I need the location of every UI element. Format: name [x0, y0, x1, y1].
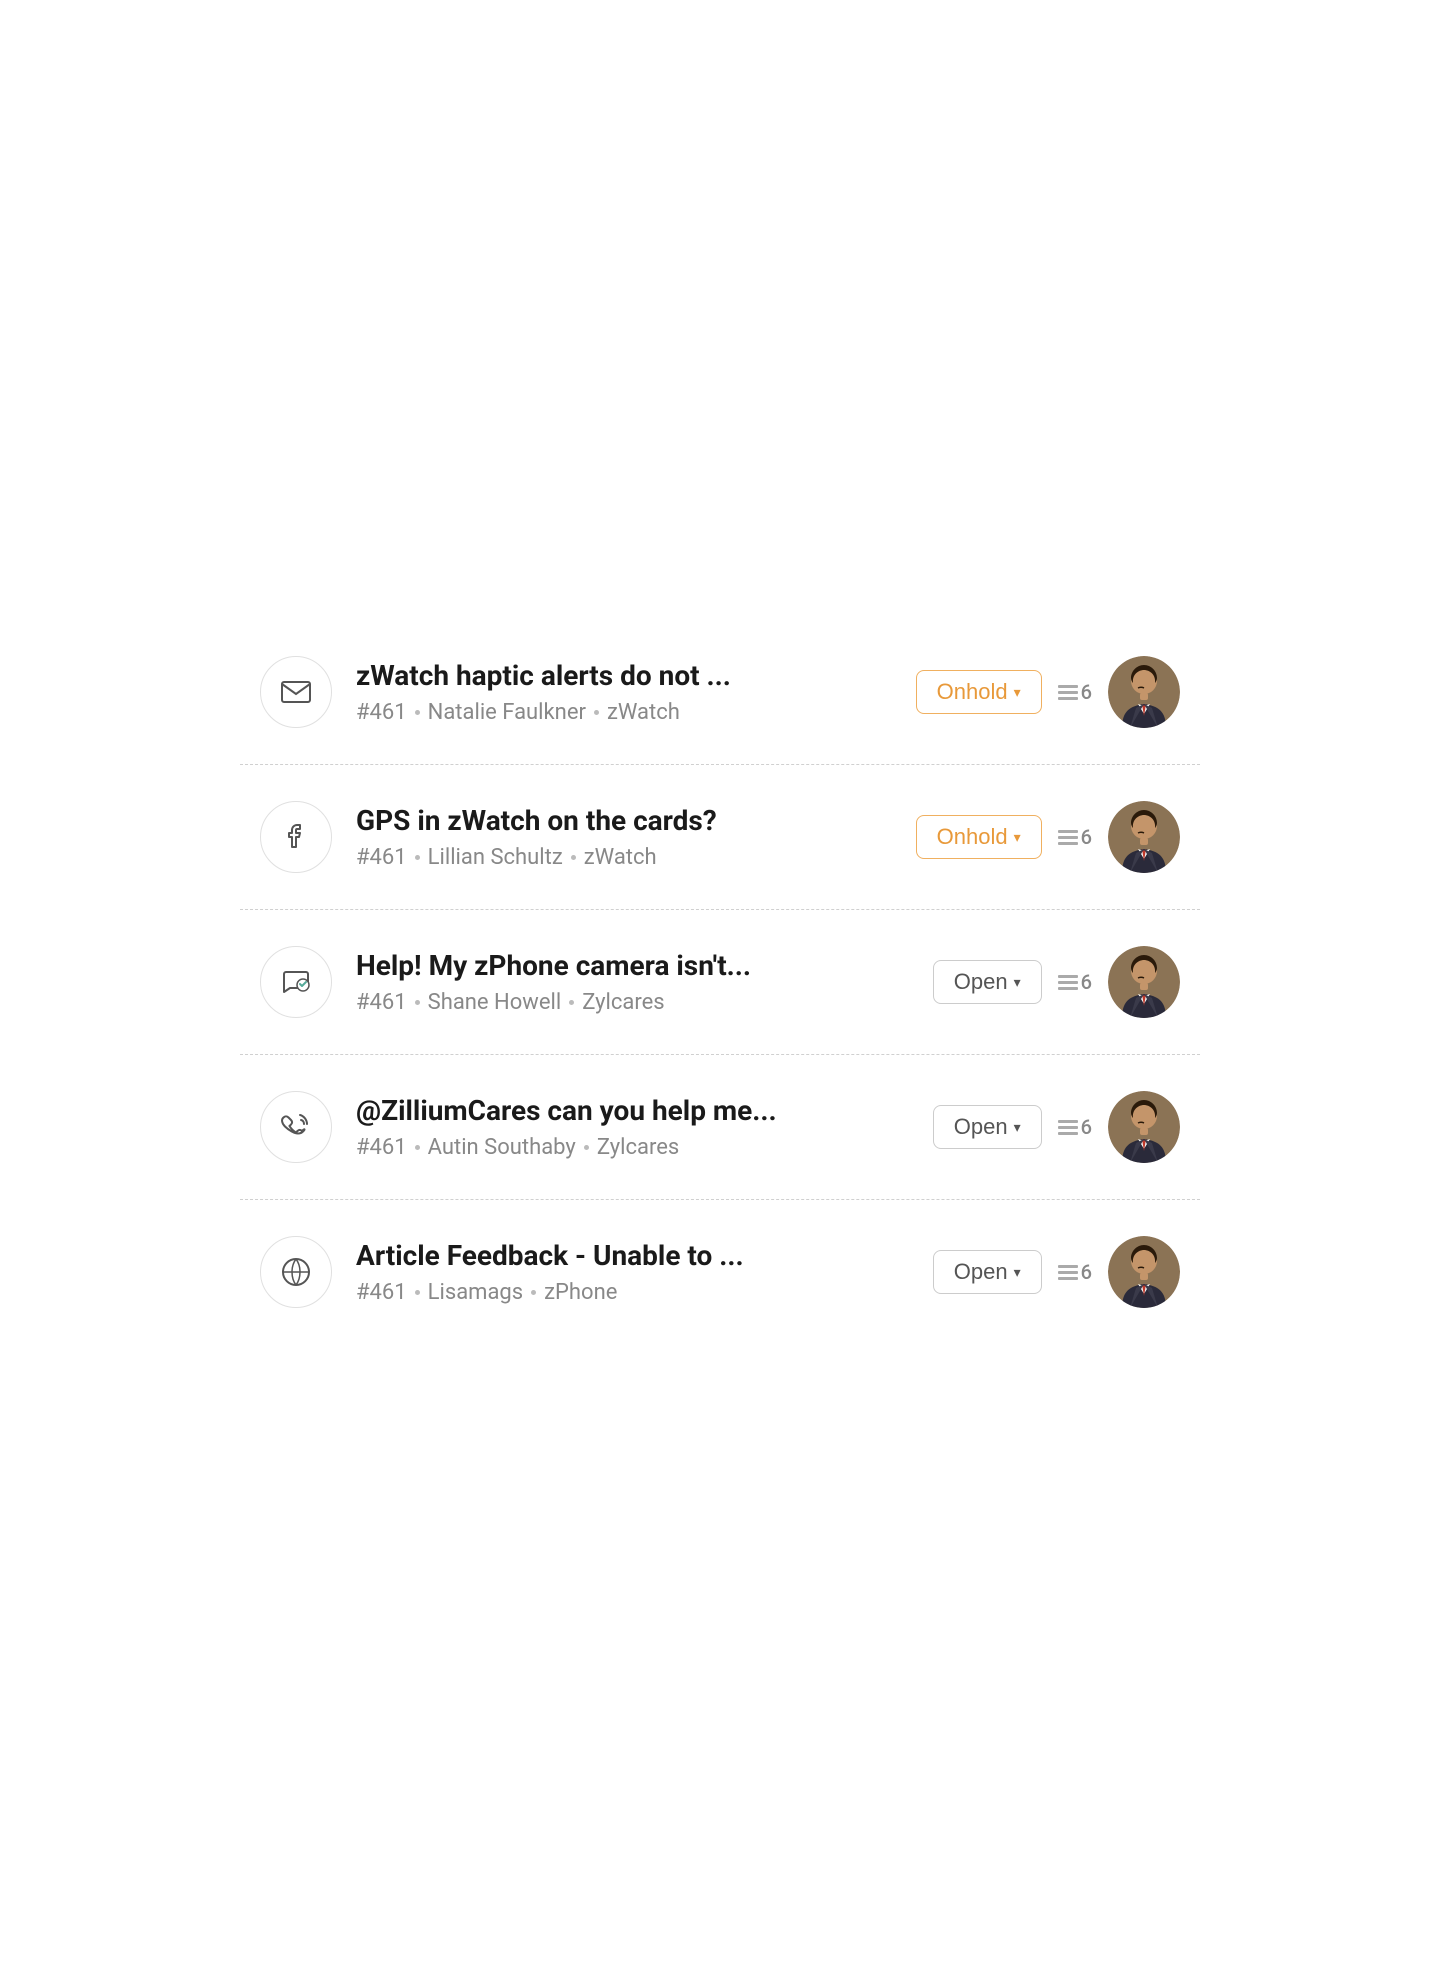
ticket-meta: #461 Shane Howell Zylcares — [356, 990, 909, 1015]
priority-indicator: 6 — [1058, 825, 1092, 849]
ticket-item[interactable]: zWatch haptic alerts do not ... #461 Nat… — [240, 620, 1200, 765]
ticket-content: GPS in zWatch on the cards? #461 Lillian… — [356, 804, 892, 871]
ticket-product: zWatch — [584, 845, 657, 870]
ticket-actions: Open ▾ 6 — [933, 946, 1180, 1018]
lines-icon — [1058, 975, 1078, 990]
ticket-title: @ZilliumCares can you help me... — [356, 1094, 909, 1128]
agent-avatar — [1108, 801, 1180, 873]
separator-dot — [415, 1290, 420, 1295]
ticket-actions: Open ▾ 6 — [933, 1091, 1180, 1163]
ticket-actions: Onhold ▾ 6 — [916, 801, 1180, 873]
dropdown-arrow-icon: ▾ — [1014, 1264, 1021, 1281]
status-label: Open — [954, 1114, 1008, 1140]
status-dropdown[interactable]: Open ▾ — [933, 960, 1042, 1004]
status-dropdown[interactable]: Onhold ▾ — [916, 670, 1042, 714]
ticket-item[interactable]: @ZilliumCares can you help me... #461 Au… — [240, 1055, 1200, 1200]
status-dropdown[interactable]: Onhold ▾ — [916, 815, 1042, 859]
phone-channel-icon — [260, 1091, 332, 1163]
separator-dot — [571, 855, 576, 860]
web-channel-icon — [260, 1236, 332, 1308]
ticket-meta: #461 Autin Southaby Zylcares — [356, 1135, 909, 1160]
ticket-number: #461 — [356, 845, 407, 870]
ticket-product: Zylcares — [582, 990, 664, 1015]
lines-icon — [1058, 1265, 1078, 1280]
ticket-list: zWatch haptic alerts do not ... #461 Nat… — [240, 620, 1200, 1344]
ticket-actions: Open ▾ 6 — [933, 1236, 1180, 1308]
priority-count: 6 — [1081, 825, 1092, 849]
email-channel-icon — [260, 656, 332, 728]
ticket-product: zPhone — [544, 1280, 617, 1305]
ticket-content: zWatch haptic alerts do not ... #461 Nat… — [356, 659, 892, 726]
ticket-contact: Lisamags — [428, 1280, 524, 1305]
ticket-meta: #461 Lisamags zPhone — [356, 1280, 909, 1305]
ticket-title: Help! My zPhone camera isn't... — [356, 949, 909, 983]
ticket-number: #461 — [356, 700, 407, 725]
ticket-contact: Natalie Faulkner — [428, 700, 586, 725]
dropdown-arrow-icon: ▾ — [1014, 829, 1021, 846]
separator-dot — [415, 855, 420, 860]
separator-dot — [415, 1000, 420, 1005]
status-label: Onhold — [937, 679, 1008, 705]
ticket-content: Help! My zPhone camera isn't... #461 Sha… — [356, 949, 909, 1016]
ticket-item[interactable]: Help! My zPhone camera isn't... #461 Sha… — [240, 910, 1200, 1055]
priority-count: 6 — [1081, 970, 1092, 994]
status-dropdown[interactable]: Open ▾ — [933, 1250, 1042, 1294]
separator-dot — [531, 1290, 536, 1295]
ticket-number: #461 — [356, 1135, 407, 1160]
separator-dot — [584, 1145, 589, 1150]
facebook-channel-icon — [260, 801, 332, 873]
ticket-title: zWatch haptic alerts do not ... — [356, 659, 892, 693]
lines-icon — [1058, 685, 1078, 700]
dropdown-arrow-icon: ▾ — [1014, 1119, 1021, 1136]
separator-dot — [415, 710, 420, 715]
status-label: Open — [954, 1259, 1008, 1285]
status-label: Open — [954, 969, 1008, 995]
status-label: Onhold — [937, 824, 1008, 850]
ticket-actions: Onhold ▾ 6 — [916, 656, 1180, 728]
ticket-meta: #461 Natalie Faulkner zWatch — [356, 700, 892, 725]
ticket-meta: #461 Lillian Schultz zWatch — [356, 845, 892, 870]
ticket-product: zWatch — [607, 700, 680, 725]
agent-avatar — [1108, 1236, 1180, 1308]
priority-indicator: 6 — [1058, 1260, 1092, 1284]
agent-avatar — [1108, 946, 1180, 1018]
separator-dot — [569, 1000, 574, 1005]
ticket-contact: Lillian Schultz — [428, 845, 563, 870]
separator-dot — [415, 1145, 420, 1150]
ticket-content: Article Feedback - Unable to ... #461 Li… — [356, 1239, 909, 1306]
ticket-title: GPS in zWatch on the cards? — [356, 804, 892, 838]
dropdown-arrow-icon: ▾ — [1014, 974, 1021, 991]
agent-avatar — [1108, 1091, 1180, 1163]
priority-indicator: 6 — [1058, 680, 1092, 704]
status-dropdown[interactable]: Open ▾ — [933, 1105, 1042, 1149]
ticket-item[interactable]: GPS in zWatch on the cards? #461 Lillian… — [240, 765, 1200, 910]
ticket-contact: Autin Southaby — [428, 1135, 576, 1160]
separator-dot — [594, 710, 599, 715]
chat-channel-icon — [260, 946, 332, 1018]
ticket-content: @ZilliumCares can you help me... #461 Au… — [356, 1094, 909, 1161]
priority-count: 6 — [1081, 680, 1092, 704]
dropdown-arrow-icon: ▾ — [1014, 684, 1021, 701]
ticket-item[interactable]: Article Feedback - Unable to ... #461 Li… — [240, 1200, 1200, 1344]
priority-indicator: 6 — [1058, 970, 1092, 994]
ticket-title: Article Feedback - Unable to ... — [356, 1239, 909, 1273]
lines-icon — [1058, 1120, 1078, 1135]
priority-count: 6 — [1081, 1115, 1092, 1139]
ticket-contact: Shane Howell — [428, 990, 562, 1015]
ticket-number: #461 — [356, 1280, 407, 1305]
ticket-number: #461 — [356, 990, 407, 1015]
agent-avatar — [1108, 656, 1180, 728]
priority-indicator: 6 — [1058, 1115, 1092, 1139]
lines-icon — [1058, 830, 1078, 845]
priority-count: 6 — [1081, 1260, 1092, 1284]
ticket-product: Zylcares — [597, 1135, 679, 1160]
